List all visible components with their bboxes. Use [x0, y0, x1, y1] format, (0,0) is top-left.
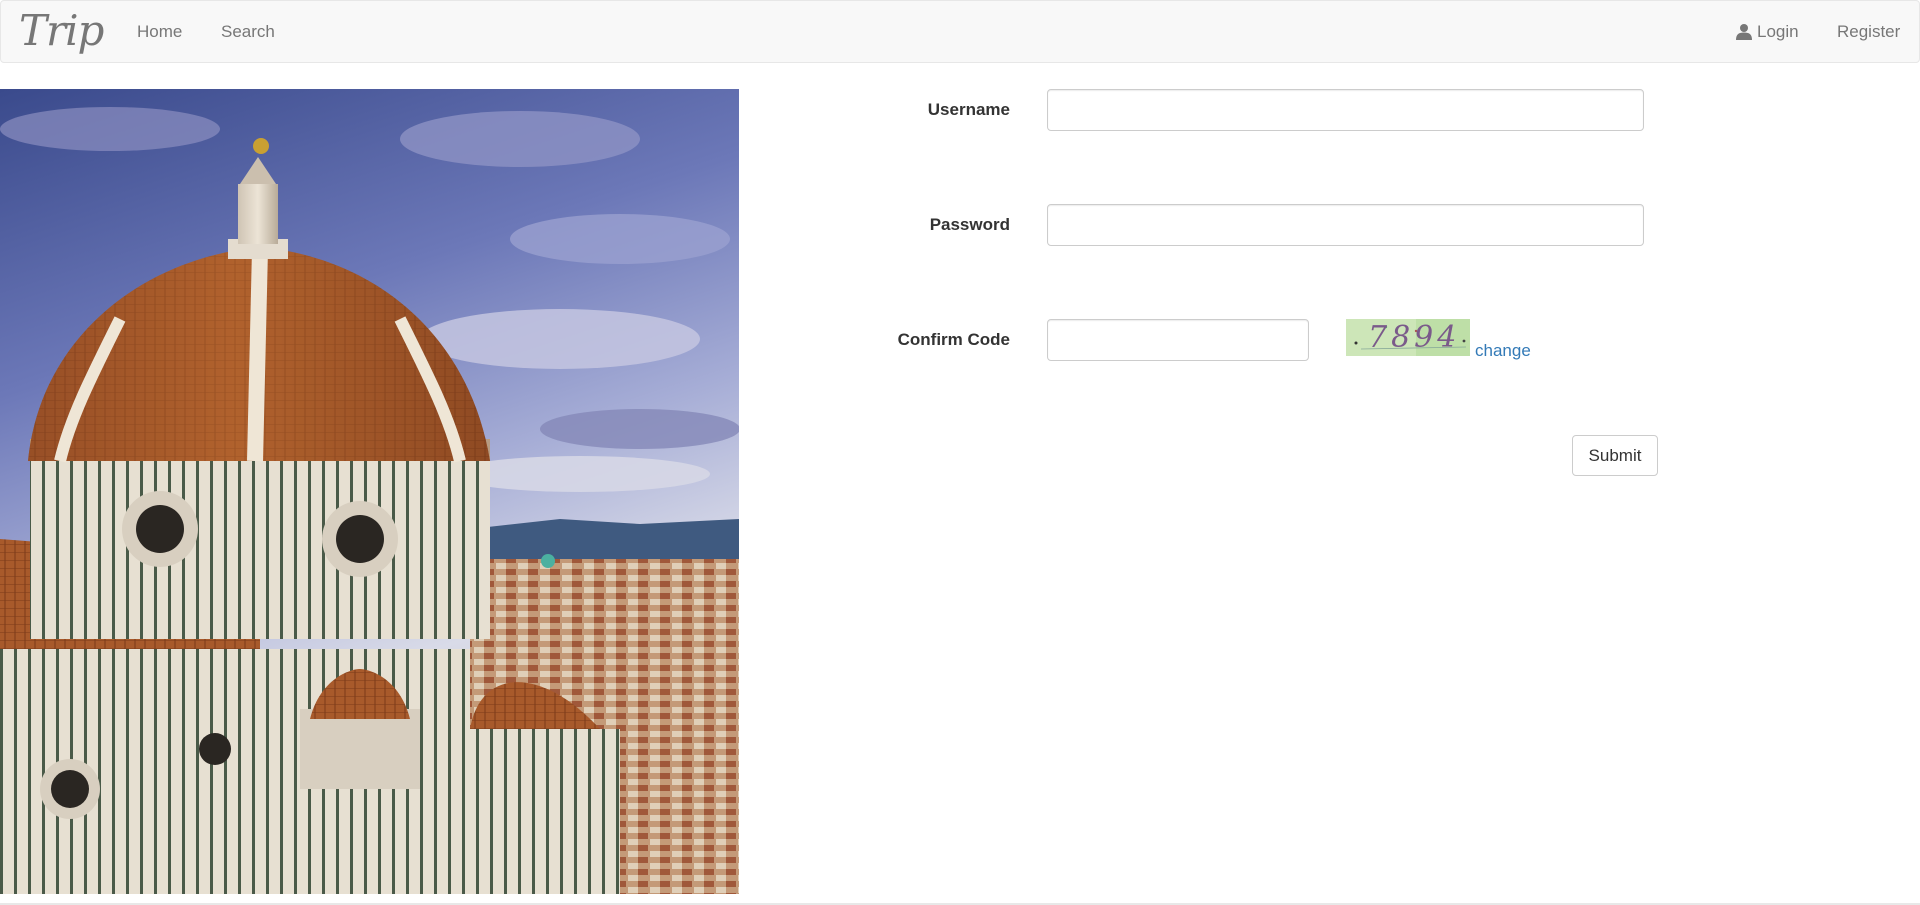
username-input[interactable] — [1047, 89, 1644, 131]
brand-logo[interactable]: Trip — [19, 10, 104, 52]
confirm-code-label: Confirm Code — [897, 330, 1010, 349]
password-input[interactable] — [1047, 204, 1644, 246]
nav-login-label: Login — [1757, 22, 1799, 41]
captcha-change-link[interactable]: change — [1475, 341, 1531, 361]
top-navbar: Trip Home Search Login Register — [0, 0, 1920, 63]
nav-search-link[interactable]: Search — [221, 22, 275, 42]
captcha-text: 7894 — [1368, 320, 1460, 355]
user-icon — [1736, 24, 1752, 40]
nav-home-link[interactable]: Home — [137, 22, 182, 42]
hero-photo — [0, 89, 739, 894]
captcha-image[interactable]: 7894 — [1346, 319, 1470, 356]
submit-button[interactable]: Submit — [1572, 435, 1658, 476]
nav-login-link[interactable]: Login — [1735, 22, 1799, 42]
cathedral-dome-image — [0, 89, 739, 894]
username-label: Username — [927, 100, 1010, 119]
nav-register-link[interactable]: Register — [1837, 22, 1900, 42]
confirm-code-input[interactable] — [1047, 319, 1309, 361]
password-label: Password — [929, 215, 1010, 234]
